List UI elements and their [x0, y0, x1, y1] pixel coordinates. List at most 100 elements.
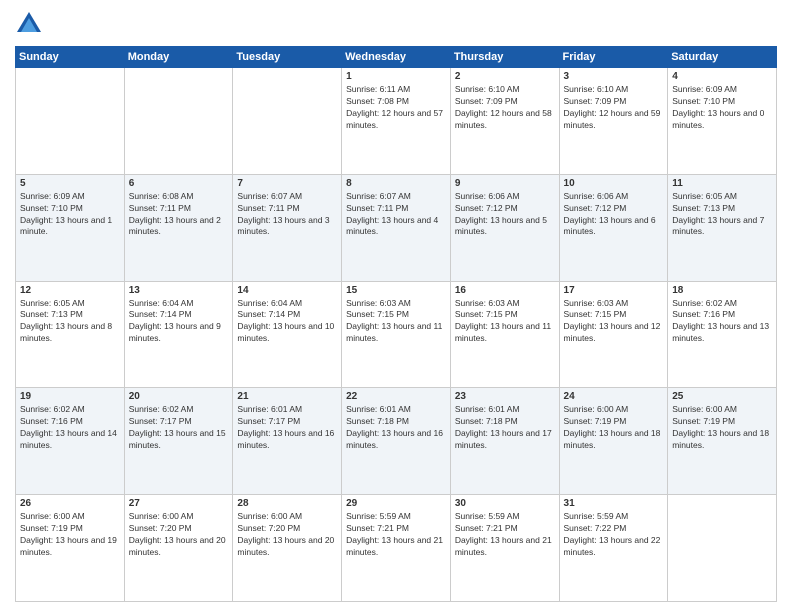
day-number: 7 [237, 178, 337, 189]
day-number: 22 [346, 391, 446, 402]
day-info: Sunrise: 6:09 AM Sunset: 7:10 PM Dayligh… [20, 191, 120, 239]
day-info: Sunrise: 6:00 AM Sunset: 7:20 PM Dayligh… [129, 511, 229, 559]
day-info: Sunrise: 5:59 AM Sunset: 7:21 PM Dayligh… [455, 511, 555, 559]
day-info: Sunrise: 5:59 AM Sunset: 7:21 PM Dayligh… [346, 511, 446, 559]
day-cell: 3 Sunrise: 6:10 AM Sunset: 7:09 PM Daylig… [559, 68, 668, 175]
day-info: Sunrise: 6:07 AM Sunset: 7:11 PM Dayligh… [346, 191, 446, 239]
day-cell: 31Sunrise: 5:59 AM Sunset: 7:22 PM Dayli… [559, 495, 668, 602]
day-cell: 17 Sunrise: 6:03 AM Sunset: 7:15 PM Dayli… [559, 281, 668, 388]
day-info: Sunrise: 6:00 AM Sunset: 7:19 PM Dayligh… [20, 511, 120, 559]
day-cell: 28 Sunrise: 6:00 AM Sunset: 7:20 PM Dayli… [233, 495, 342, 602]
day-number: 28 [237, 498, 337, 509]
day-number: 2 [455, 71, 555, 82]
day-cell: 18 Sunrise: 6:02 AM Sunset: 7:16 PM Dayli… [668, 281, 777, 388]
week-row-3: 19Sunrise: 6:02 AM Sunset: 7:16 PM Dayli… [16, 388, 777, 495]
day-number: 29 [346, 498, 446, 509]
day-number: 26 [20, 498, 120, 509]
day-number: 1 [346, 71, 446, 82]
day-cell: 4 Sunrise: 6:09 AM Sunset: 7:10 PM Daylig… [668, 68, 777, 175]
day-number: 21 [237, 391, 337, 402]
day-info: Sunrise: 6:01 AM Sunset: 7:17 PM Dayligh… [237, 404, 337, 452]
day-cell: 29 Sunrise: 5:59 AM Sunset: 7:21 PM Dayli… [342, 495, 451, 602]
day-info: Sunrise: 6:02 AM Sunset: 7:16 PM Dayligh… [20, 404, 120, 452]
day-cell: 23 Sunrise: 6:01 AM Sunset: 7:18 PM Dayli… [450, 388, 559, 495]
day-info: Sunrise: 6:06 AM Sunset: 7:12 PM Dayligh… [455, 191, 555, 239]
day-cell: 27 Sunrise: 6:00 AM Sunset: 7:20 PM Dayli… [124, 495, 233, 602]
day-info: Sunrise: 6:00 AM Sunset: 7:19 PM Dayligh… [672, 404, 772, 452]
day-info: Sunrise: 6:04 AM Sunset: 7:14 PM Dayligh… [237, 298, 337, 346]
day-number: 27 [129, 498, 229, 509]
day-info: Sunrise: 6:10 AM Sunset: 7:09 PM Dayligh… [455, 84, 555, 132]
day-cell [124, 68, 233, 175]
day-info: Sunrise: 6:04 AM Sunset: 7:14 PM Dayligh… [129, 298, 229, 346]
day-info: Sunrise: 6:02 AM Sunset: 7:17 PM Dayligh… [129, 404, 229, 452]
day-number: 3 [564, 71, 664, 82]
header-thursday: Thursday [450, 47, 559, 68]
day-info: Sunrise: 6:09 AM Sunset: 7:10 PM Dayligh… [672, 84, 772, 132]
day-cell: 8 Sunrise: 6:07 AM Sunset: 7:11 PM Daylig… [342, 174, 451, 281]
day-number: 4 [672, 71, 772, 82]
day-info: Sunrise: 6:03 AM Sunset: 7:15 PM Dayligh… [564, 298, 664, 346]
day-number: 11 [672, 178, 772, 189]
day-cell: 22 Sunrise: 6:01 AM Sunset: 7:18 PM Dayli… [342, 388, 451, 495]
day-cell: 20 Sunrise: 6:02 AM Sunset: 7:17 PM Dayli… [124, 388, 233, 495]
day-cell: 25 Sunrise: 6:00 AM Sunset: 7:19 PM Dayli… [668, 388, 777, 495]
day-info: Sunrise: 6:02 AM Sunset: 7:16 PM Dayligh… [672, 298, 772, 346]
week-row-4: 26 Sunrise: 6:00 AM Sunset: 7:19 PM Dayli… [16, 495, 777, 602]
day-cell: 13 Sunrise: 6:04 AM Sunset: 7:14 PM Dayli… [124, 281, 233, 388]
day-info: Sunrise: 6:07 AM Sunset: 7:11 PM Dayligh… [237, 191, 337, 239]
day-number: 30 [455, 498, 555, 509]
day-number: 18 [672, 285, 772, 296]
day-cell: 7 Sunrise: 6:07 AM Sunset: 7:11 PM Daylig… [233, 174, 342, 281]
day-cell: 30 Sunrise: 5:59 AM Sunset: 7:21 PM Dayli… [450, 495, 559, 602]
day-number: 12 [20, 285, 120, 296]
header-monday: Monday [124, 47, 233, 68]
header-friday: Friday [559, 47, 668, 68]
day-cell: 11Sunrise: 6:05 AM Sunset: 7:13 PM Dayli… [668, 174, 777, 281]
day-info: Sunrise: 6:03 AM Sunset: 7:15 PM Dayligh… [455, 298, 555, 346]
day-cell: 19Sunrise: 6:02 AM Sunset: 7:16 PM Dayli… [16, 388, 125, 495]
page: SundayMondayTuesdayWednesdayThursdayFrid… [0, 0, 792, 612]
day-info: Sunrise: 6:01 AM Sunset: 7:18 PM Dayligh… [455, 404, 555, 452]
day-cell: 6Sunrise: 6:08 AM Sunset: 7:11 PM Daylig… [124, 174, 233, 281]
day-number: 5 [20, 178, 120, 189]
day-number: 10 [564, 178, 664, 189]
day-info: Sunrise: 6:10 AM Sunset: 7:09 PM Dayligh… [564, 84, 664, 132]
day-number: 15 [346, 285, 446, 296]
day-number: 17 [564, 285, 664, 296]
day-cell: 16 Sunrise: 6:03 AM Sunset: 7:15 PM Dayli… [450, 281, 559, 388]
day-cell: 14 Sunrise: 6:04 AM Sunset: 7:14 PM Dayli… [233, 281, 342, 388]
day-cell: 26 Sunrise: 6:00 AM Sunset: 7:19 PM Dayli… [16, 495, 125, 602]
day-number: 14 [237, 285, 337, 296]
day-number: 23 [455, 391, 555, 402]
header-tuesday: Tuesday [233, 47, 342, 68]
day-info: Sunrise: 6:03 AM Sunset: 7:15 PM Dayligh… [346, 298, 446, 346]
day-info: Sunrise: 6:11 AM Sunset: 7:08 PM Dayligh… [346, 84, 446, 132]
header [15, 10, 777, 38]
day-info: Sunrise: 6:06 AM Sunset: 7:12 PM Dayligh… [564, 191, 664, 239]
day-number: 25 [672, 391, 772, 402]
day-info: Sunrise: 6:01 AM Sunset: 7:18 PM Dayligh… [346, 404, 446, 452]
day-number: 24 [564, 391, 664, 402]
day-cell: 21 Sunrise: 6:01 AM Sunset: 7:17 PM Dayli… [233, 388, 342, 495]
logo-icon [15, 10, 43, 38]
day-number: 16 [455, 285, 555, 296]
day-cell: 15 Sunrise: 6:03 AM Sunset: 7:15 PM Dayli… [342, 281, 451, 388]
day-number: 8 [346, 178, 446, 189]
day-info: Sunrise: 5:59 AM Sunset: 7:22 PM Dayligh… [564, 511, 664, 559]
day-info: Sunrise: 6:05 AM Sunset: 7:13 PM Dayligh… [20, 298, 120, 346]
calendar-table: SundayMondayTuesdayWednesdayThursdayFrid… [15, 46, 777, 602]
day-cell: 10 Sunrise: 6:06 AM Sunset: 7:12 PM Dayli… [559, 174, 668, 281]
day-number: 20 [129, 391, 229, 402]
day-cell: 2 Sunrise: 6:10 AM Sunset: 7:09 PM Daylig… [450, 68, 559, 175]
day-cell [233, 68, 342, 175]
day-info: Sunrise: 6:08 AM Sunset: 7:11 PM Dayligh… [129, 191, 229, 239]
day-number: 9 [455, 178, 555, 189]
header-row: SundayMondayTuesdayWednesdayThursdayFrid… [16, 47, 777, 68]
day-cell [668, 495, 777, 602]
day-info: Sunrise: 6:00 AM Sunset: 7:20 PM Dayligh… [237, 511, 337, 559]
logo [15, 10, 47, 38]
day-cell: 5 Sunrise: 6:09 AM Sunset: 7:10 PM Daylig… [16, 174, 125, 281]
day-cell: 12 Sunrise: 6:05 AM Sunset: 7:13 PM Dayli… [16, 281, 125, 388]
day-number: 13 [129, 285, 229, 296]
